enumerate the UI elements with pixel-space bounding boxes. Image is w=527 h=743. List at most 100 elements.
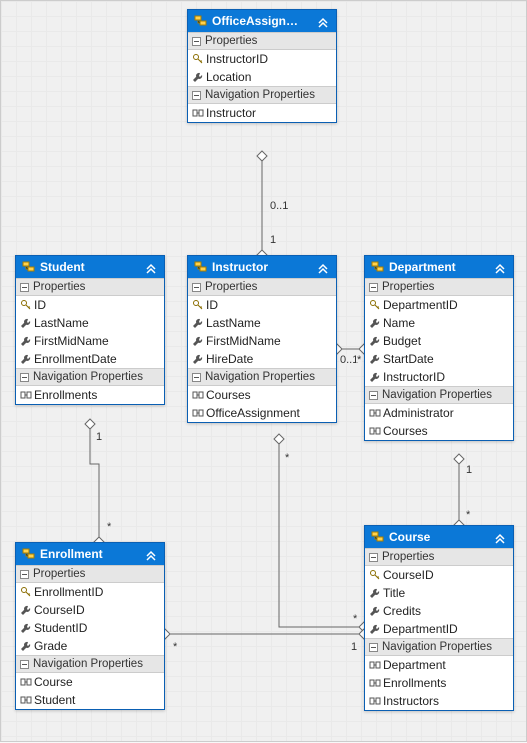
key-icon — [369, 299, 381, 311]
section-properties-header[interactable]: Properties — [365, 278, 513, 296]
entity-student[interactable]: StudentPropertiesIDLastNameFirstMidNameE… — [15, 255, 165, 405]
property-row[interactable]: InstructorID — [365, 368, 513, 386]
nav-name: Courses — [206, 388, 251, 402]
entity-header[interactable]: Student — [16, 256, 164, 278]
collapse-toggle-icon[interactable] — [192, 37, 201, 46]
multiplicity-label: 0..1 — [339, 354, 359, 366]
property-row[interactable]: FirstMidName — [188, 332, 336, 350]
entity-course[interactable]: Course Properties CourseID Title Credits Depa… — [364, 525, 514, 711]
property-row[interactable]: FirstMidName — [16, 332, 164, 350]
multiplicity-label: * — [106, 521, 112, 533]
section-nav-header[interactable]: Navigation Properties — [16, 655, 164, 673]
nav-row[interactable]: Courses — [365, 422, 513, 440]
property-row[interactable]: CourseID — [365, 566, 513, 584]
wrench-icon — [192, 335, 204, 347]
section-properties-header[interactable]: Properties — [16, 278, 164, 296]
nav-row[interactable]: Student — [16, 691, 164, 709]
property-row[interactable]: InstructorID — [188, 50, 336, 68]
section-nav-header[interactable]: Navigation Properties — [188, 368, 336, 386]
wrench-icon — [20, 604, 32, 616]
property-name: StudentID — [34, 621, 87, 635]
nav-row[interactable]: Enrollments — [16, 386, 164, 404]
property-row[interactable]: EnrollmentID — [16, 583, 164, 601]
property-row[interactable]: CourseID — [16, 601, 164, 619]
section-nav-header[interactable]: Navigation Properties — [365, 638, 513, 656]
property-row[interactable]: HireDate — [188, 350, 336, 368]
entity-header[interactable]: Instructor — [188, 256, 336, 278]
nav-name: Courses — [383, 424, 428, 438]
entity-office[interactable]: OfficeAssign… Properties InstructorIDLocat… — [187, 9, 337, 123]
section-nav-header[interactable]: Navigation Properties — [365, 386, 513, 404]
property-row[interactable]: DepartmentID — [365, 296, 513, 314]
collapse-icon[interactable] — [316, 14, 330, 28]
property-row[interactable]: EnrollmentDate — [16, 350, 164, 368]
nav-row[interactable]: Instructors — [365, 692, 513, 710]
property-name: HireDate — [206, 352, 253, 366]
collapse-toggle-icon[interactable] — [369, 283, 378, 292]
section-nav-header[interactable]: Navigation Properties — [16, 368, 164, 386]
collapse-icon[interactable] — [144, 260, 158, 274]
property-row[interactable]: Budget — [365, 332, 513, 350]
multiplicity-label: * — [356, 354, 362, 366]
collapse-icon[interactable] — [493, 530, 507, 544]
collapse-toggle-icon[interactable] — [369, 553, 378, 562]
section-nav-header[interactable]: Navigation Properties — [188, 86, 336, 104]
property-row[interactable]: ID — [16, 296, 164, 314]
section-label: Properties — [205, 35, 257, 47]
collapse-toggle-icon[interactable] — [192, 91, 201, 100]
nav-row[interactable]: Instructor — [188, 104, 336, 122]
collapse-toggle-icon[interactable] — [20, 570, 29, 579]
collapse-icon[interactable] — [316, 260, 330, 274]
section-properties-header[interactable]: Properties — [365, 548, 513, 566]
collapse-toggle-icon[interactable] — [369, 391, 378, 400]
collapse-icon[interactable] — [493, 260, 507, 274]
property-name: Title — [383, 586, 405, 600]
multiplicity-label: * — [172, 641, 178, 653]
collapse-toggle-icon[interactable] — [20, 283, 29, 292]
entity-header[interactable]: Enrollment — [16, 543, 164, 565]
wrench-icon — [369, 605, 381, 617]
section-label: Properties — [33, 568, 85, 580]
collapse-toggle-icon[interactable] — [20, 373, 29, 382]
property-row[interactable]: Credits — [365, 602, 513, 620]
nav-row[interactable]: OfficeAssignment — [188, 404, 336, 422]
nav-row[interactable]: Courses — [188, 386, 336, 404]
section-properties-header[interactable]: Properties — [188, 278, 336, 296]
section-label: Properties — [382, 551, 434, 563]
nav-row[interactable]: Course — [16, 673, 164, 691]
entity-header[interactable]: Department — [365, 256, 513, 278]
property-row[interactable]: StartDate — [365, 350, 513, 368]
entity-department[interactable]: DepartmentPropertiesDepartmentIDNameBudg… — [364, 255, 514, 441]
multiplicity-label: 1 — [465, 464, 473, 476]
collapse-toggle-icon[interactable] — [20, 660, 29, 669]
property-row[interactable]: DepartmentID — [365, 620, 513, 638]
collapse-icon[interactable] — [144, 547, 158, 561]
nav-name: Student — [34, 693, 75, 707]
section-properties-header[interactable]: Properties — [188, 32, 336, 50]
entity-header[interactable]: OfficeAssign… — [188, 10, 336, 32]
diagram-canvas[interactable]: 0..110..1*1***1**1 OfficeAssign…Properti… — [0, 0, 527, 742]
wrench-icon — [192, 317, 204, 329]
collapse-toggle-icon[interactable] — [192, 283, 201, 292]
property-row[interactable]: ID — [188, 296, 336, 314]
property-row[interactable]: Location — [188, 68, 336, 86]
nav-row[interactable]: Department — [365, 656, 513, 674]
property-row[interactable]: Name — [365, 314, 513, 332]
property-name: DepartmentID — [383, 622, 458, 636]
property-name: ID — [34, 298, 46, 312]
property-row[interactable]: Title — [365, 584, 513, 602]
property-row[interactable]: StudentID — [16, 619, 164, 637]
entity-enrollment[interactable]: Enrollment Properties EnrollmentIDCourseID… — [15, 542, 165, 710]
property-name: LastName — [34, 316, 89, 330]
property-row[interactable]: LastName — [16, 314, 164, 332]
property-row[interactable]: LastName — [188, 314, 336, 332]
nav-name: Instructor — [206, 106, 256, 120]
collapse-toggle-icon[interactable] — [192, 373, 201, 382]
nav-row[interactable]: Enrollments — [365, 674, 513, 692]
collapse-toggle-icon[interactable] — [369, 643, 378, 652]
nav-row[interactable]: Administrator — [365, 404, 513, 422]
section-properties-header[interactable]: Properties — [16, 565, 164, 583]
property-row[interactable]: Grade — [16, 637, 164, 655]
entity-header[interactable]: Course — [365, 526, 513, 548]
entity-instructor[interactable]: InstructorPropertiesIDLastNameFirstMidNa… — [187, 255, 337, 423]
